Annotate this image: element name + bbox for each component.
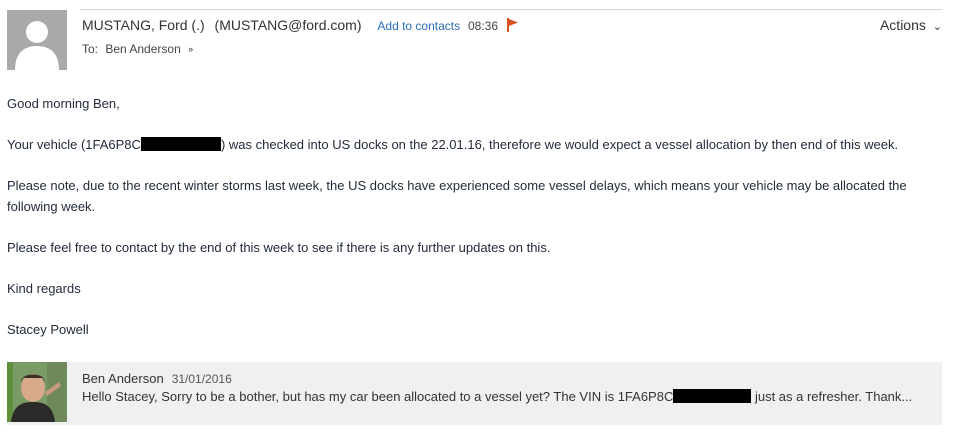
reply-sender-name: Ben Anderson [82, 371, 164, 386]
redacted-vin-reply [673, 389, 752, 403]
reply-preview-end: just as a refresher. Thank... [751, 389, 913, 404]
header-divider [80, 9, 942, 10]
signature-paragraph: Stacey Powell [7, 322, 89, 337]
chevron-down-icon: ⌄ [932, 21, 942, 33]
actions-menu-button[interactable]: Actions ⌄ [880, 17, 942, 33]
vehicle-text-end: ) was checked into US docks on the 22.01… [220, 137, 899, 152]
recipient-name[interactable]: Ben Anderson [105, 42, 180, 56]
closing-paragraph: Kind regards [7, 281, 81, 296]
vehicle-paragraph: Your vehicle (1FA6P8C ) was checked into … [7, 134, 942, 155]
add-to-contacts-link[interactable]: Add to contacts [377, 19, 460, 33]
expand-recipients-icon[interactable]: » [188, 44, 193, 54]
reply-avatar[interactable] [7, 362, 67, 422]
message-header: MUSTANG, Ford (.) (MUSTANG@ford.com) Add… [0, 0, 953, 80]
actions-label: Actions [879, 17, 926, 33]
recipient-line: To: Ben Anderson » [82, 42, 193, 56]
greeting-paragraph: Good morning Ben, [7, 96, 120, 111]
reply-date: 31/01/2016 [171, 372, 232, 386]
vehicle-text-start: Your vehicle (1FA6P8C [7, 137, 141, 152]
message-body: Good morning Ben, Your vehicle (1FA6P8C)… [7, 93, 942, 360]
delay-paragraph: Please note, due to the recent winter st… [7, 178, 907, 214]
flag-icon[interactable] [506, 18, 519, 32]
sender-avatar[interactable] [7, 10, 67, 70]
reply-preview-start: Hello Stacey, Sorry to be a bother, but … [82, 389, 674, 404]
message-time: 08:36 [468, 19, 499, 33]
sender-email: (MUSTANG@ford.com) [214, 17, 362, 33]
to-label: To: [82, 42, 99, 56]
sender-line: MUSTANG, Ford (.) (MUSTANG@ford.com) Add… [82, 17, 519, 33]
user-photo-icon [7, 362, 67, 422]
contact-paragraph: Please feel free to contact by the end o… [7, 240, 551, 255]
reply-preview: Hello Stacey, Sorry to be a bother, but … [82, 389, 942, 404]
reply-sender: Ben Anderson 31/01/2016 [82, 371, 232, 386]
reply-message-row[interactable]: Ben Anderson 31/01/2016 Hello Stacey, Sor… [7, 362, 942, 425]
sender-name[interactable]: MUSTANG, Ford (.) [82, 17, 205, 33]
redacted-vin [140, 137, 221, 151]
default-user-icon [7, 10, 67, 70]
